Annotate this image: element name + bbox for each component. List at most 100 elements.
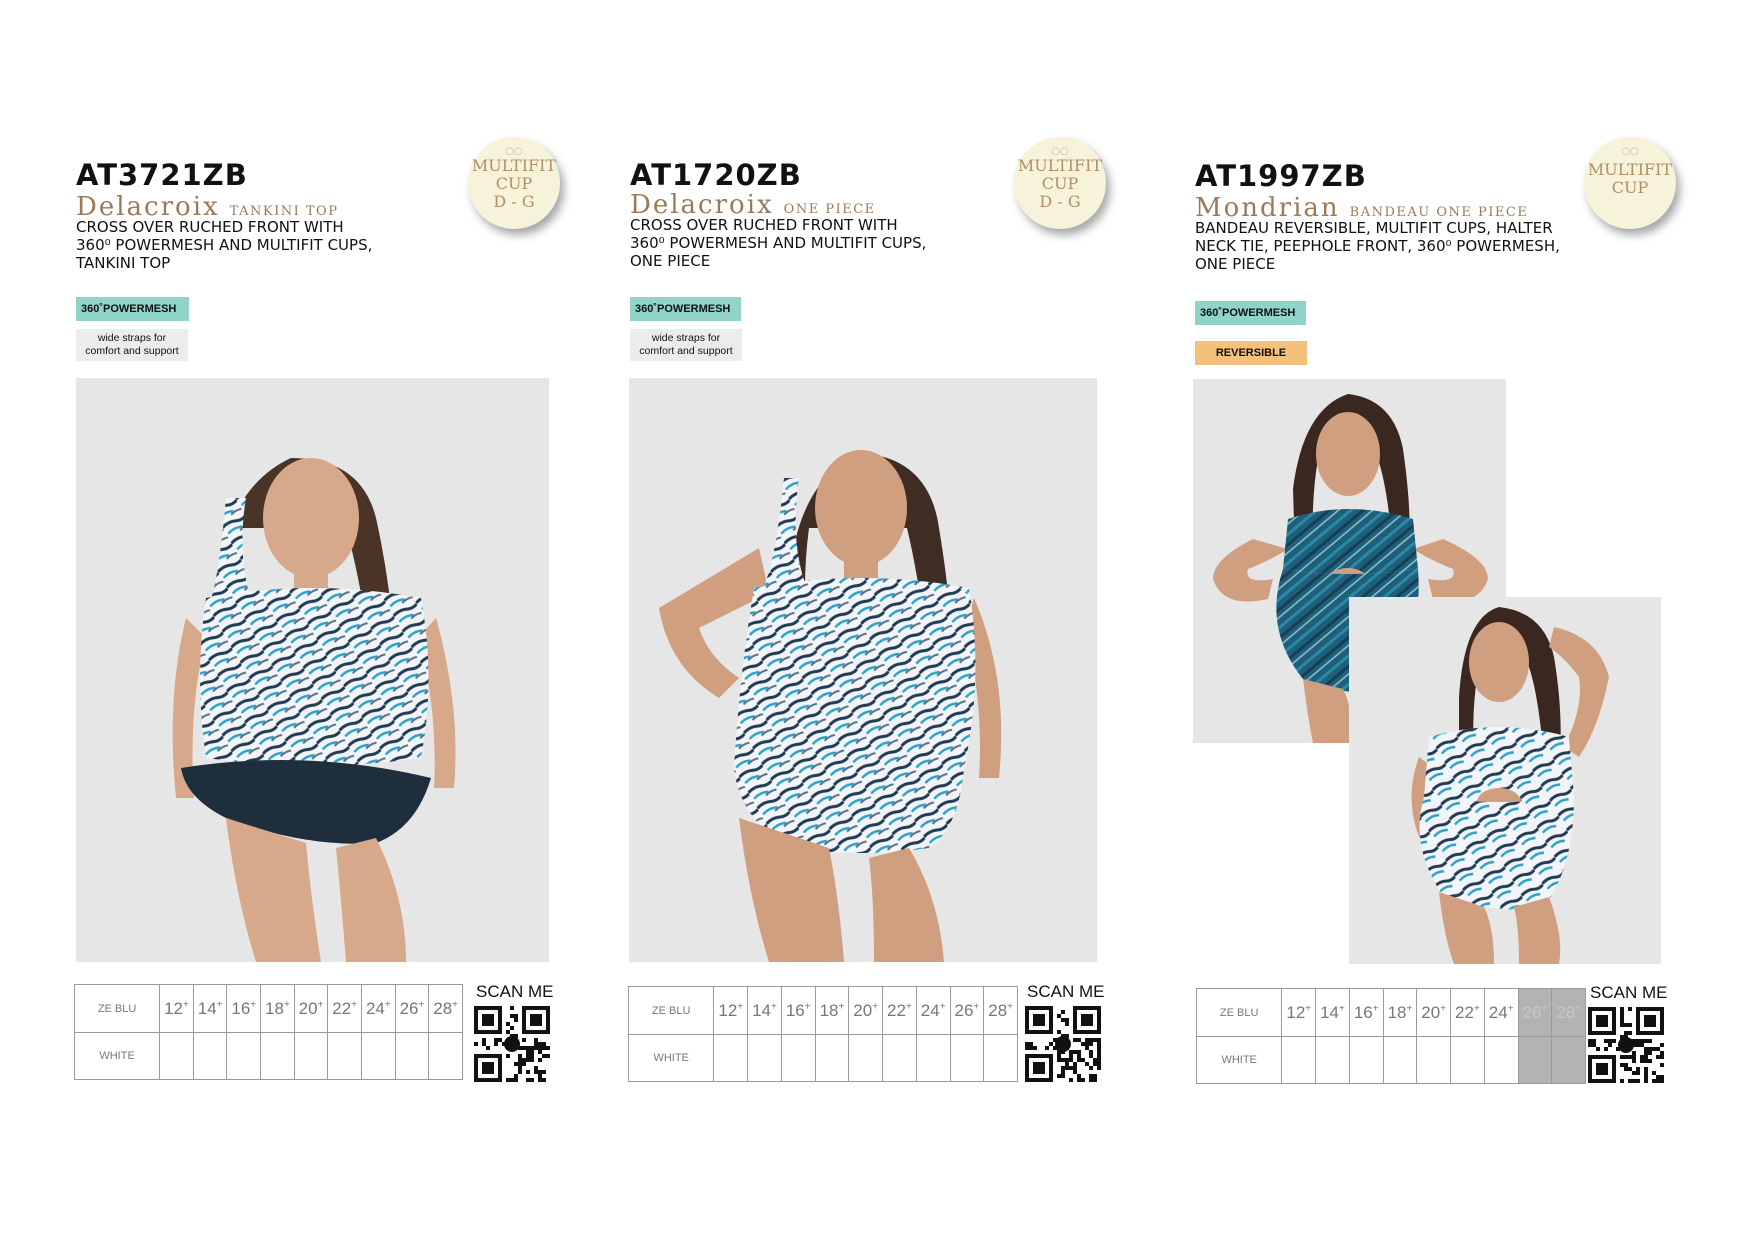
size-availability-table: ZE BLU 12+ 14+ 16+ 18+ 20+ 22+ 24+ 26+ 2… [1195, 988, 1586, 1084]
feature-note-tag: wide straps for comfort and support [76, 329, 188, 361]
description-line: TANKINI TOP [76, 254, 171, 272]
size-value: 26 [954, 1000, 974, 1020]
qr-code-icon[interactable] [1588, 1007, 1664, 1083]
description-line: ONE PIECE [630, 252, 711, 270]
badge-line: MULTIFIT [471, 156, 557, 175]
badge-line: D - G [493, 192, 535, 211]
product-card-at1720zb: AT1720ZB Delacroix ONE PIECE CROSS OVER R… [560, 0, 1120, 1245]
size-value: 20 [1421, 1002, 1441, 1022]
size-value: 28 [433, 998, 453, 1018]
product-photo [629, 378, 1097, 962]
size-value: 24 [365, 998, 385, 1018]
size-cell: 20+ [1416, 988, 1452, 1037]
empty-cell [1450, 1036, 1485, 1084]
size-value: 18 [265, 998, 284, 1018]
empty-cell [1416, 1036, 1452, 1084]
size-cell: 12+ [1281, 988, 1317, 1037]
size-value: 16 [1353, 1002, 1373, 1022]
colour-label: WHITE [73, 1032, 161, 1080]
size-cell: 20+ [293, 984, 329, 1033]
size-value: 24 [920, 1000, 940, 1020]
note-line: comfort and support [85, 345, 179, 357]
size-value: 26 [1522, 1002, 1542, 1022]
size-value: 20 [853, 1000, 873, 1020]
badge-line: MULTIFIT [1587, 160, 1673, 179]
empty-cell [1315, 1036, 1350, 1084]
size-value: 18 [1387, 1002, 1407, 1022]
empty-cell [780, 1034, 816, 1082]
product-type: ONE PIECE [783, 202, 876, 217]
product-type: TANKINI TOP [229, 204, 339, 219]
size-cell: 14+ [1315, 988, 1350, 1037]
colour-label: ZE BLU [627, 986, 715, 1035]
description-line: 360⁰ POWERMESH AND MULTIFIT CUPS, [630, 234, 927, 252]
qr-code-icon[interactable] [1025, 1006, 1101, 1082]
empty-cell [848, 1034, 884, 1082]
size-value: 14 [1320, 1002, 1340, 1022]
size-value: 16 [231, 998, 251, 1018]
size-value: 14 [197, 998, 217, 1018]
scan-me-label: SCAN ME [1590, 983, 1668, 1002]
model-figure-illustration [659, 450, 1002, 962]
table-row: WHITE [1195, 1036, 1586, 1084]
qr-code-icon[interactable] [474, 1006, 550, 1082]
size-cell: 24+ [1483, 988, 1519, 1037]
badge-line: CUP [1611, 178, 1649, 197]
product-card-at3721zb: AT3721ZB Delacroix TANKINI TOP CROSS OVER… [0, 0, 560, 1245]
size-value: 22 [332, 998, 352, 1018]
empty-cell [361, 1032, 396, 1080]
product-description: CROSS OVER RUCHED FRONT WITH 360⁰ POWERM… [76, 218, 372, 272]
size-value: 14 [752, 1000, 772, 1020]
multifit-cup-badge: ○○ MULTIFIT CUP D - G [468, 137, 560, 229]
colour-label: ZE BLU [73, 984, 161, 1033]
size-value: 18 [819, 1000, 839, 1020]
table-row: WHITE [73, 1032, 463, 1080]
note-line: wide straps for [651, 332, 721, 344]
description-line: BANDEAU REVERSIBLE, MULTIFIT CUPS, HALTE… [1195, 219, 1553, 237]
empty-cell [915, 1034, 951, 1082]
badge-line: CUP [495, 174, 533, 193]
size-value: 12 [164, 998, 184, 1018]
model-figure-illustration [172, 458, 456, 962]
empty-cell [814, 1034, 850, 1082]
reversible-tag: REVERSIBLE [1195, 341, 1307, 365]
empty-cell [983, 1034, 1018, 1082]
size-value: 22 [887, 1000, 906, 1020]
model-figure-illustration [1411, 607, 1609, 964]
empty-cell [747, 1034, 782, 1082]
size-cell: 12+ [159, 984, 194, 1033]
size-cell: 26+ [949, 986, 985, 1035]
size-cell: 22+ [882, 986, 917, 1035]
empty-cell [713, 1034, 749, 1082]
note-line: wide straps for [97, 332, 167, 344]
empty-cell [1382, 1036, 1418, 1084]
size-cell-unavailable: 28+ [1551, 988, 1586, 1037]
colour-label: ZE BLU [1195, 988, 1283, 1037]
empty-cell [226, 1032, 262, 1080]
size-cell: 18+ [814, 986, 850, 1035]
colour-label: WHITE [627, 1034, 715, 1082]
empty-cell [260, 1032, 295, 1080]
product-sku: AT1997ZB [1195, 159, 1367, 193]
size-value: 24 [1488, 1002, 1508, 1022]
size-cell: 28+ [428, 984, 463, 1033]
size-availability-table: ZE BLU 12+ 14+ 16+ 18+ 20+ 22+ 24+ 26+ 2… [627, 986, 1018, 1082]
product-sku: AT1720ZB [630, 158, 802, 192]
badge-line: CUP [1041, 174, 1079, 193]
empty-cell-unavailable [1517, 1036, 1553, 1084]
product-type: BANDEAU ONE PIECE [1349, 205, 1529, 220]
size-cell: 24+ [361, 984, 396, 1033]
table-row: ZE BLU 12+ 14+ 16+ 18+ 20+ 22+ 24+ 26+ 2… [1195, 988, 1586, 1037]
size-value: 22 [1455, 1002, 1474, 1022]
empty-cell [394, 1032, 430, 1080]
empty-cell [293, 1032, 329, 1080]
cup-rings-icon: ○○ [1621, 146, 1639, 157]
table-row: ZE BLU 12+ 14+ 16+ 18+ 20+ 22+ 24+ 26+ 2… [73, 984, 463, 1033]
size-cell: 12+ [713, 986, 749, 1035]
size-cell: 16+ [226, 984, 262, 1033]
empty-cell [159, 1032, 194, 1080]
size-value: 28 [1556, 1002, 1576, 1022]
size-cell: 18+ [260, 984, 295, 1033]
size-cell: 14+ [747, 986, 782, 1035]
empty-cell-unavailable [1551, 1036, 1586, 1084]
